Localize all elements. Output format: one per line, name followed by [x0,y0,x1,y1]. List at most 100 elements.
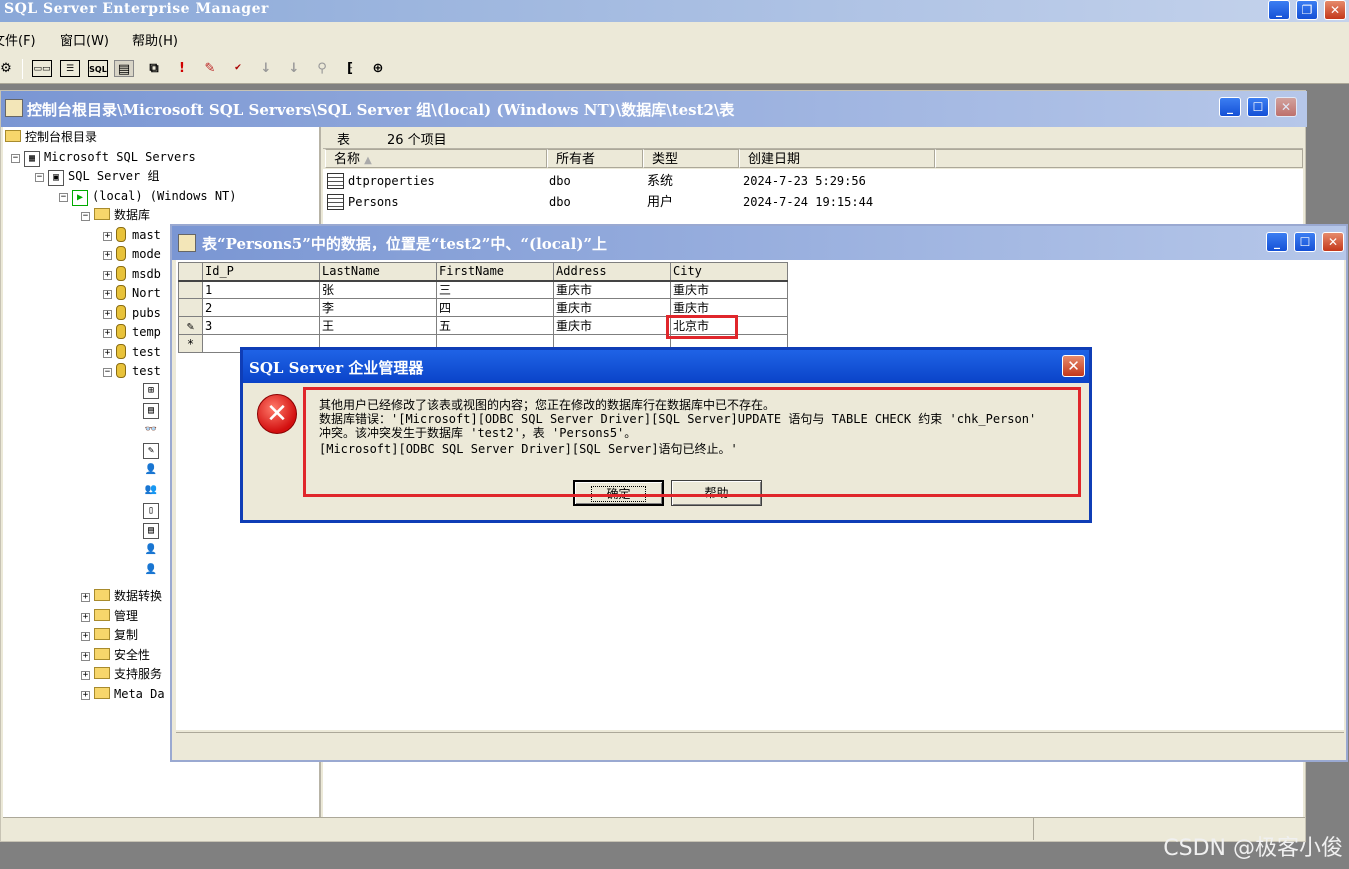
column-header-date[interactable]: 创建日期 [739,149,935,168]
grid-cell-address[interactable]: 重庆市 [553,280,671,299]
collapse-icon[interactable]: − [11,154,20,163]
grid-column-header[interactable]: FirstName [436,262,554,282]
grid-cell-address[interactable]: 重庆市 [553,316,671,335]
column-header-name[interactable]: 名称 ▲ [325,149,547,168]
dialog-close-button[interactable]: ✕ [1062,355,1085,377]
table-row[interactable]: dtproperties [327,171,435,192]
tree-db[interactable]: + Nort [103,284,161,303]
new-row-asterisk-icon[interactable]: * [178,334,203,353]
run-icon[interactable]: ! [172,60,192,77]
tree-db[interactable]: + mode [103,245,161,264]
grid-cell-id[interactable]: 2 [202,298,320,317]
procedures-icon[interactable]: ✎ [143,443,159,459]
tree-db[interactable]: + pubs [103,304,161,323]
check-icon[interactable]: ✔ [228,60,248,77]
views-icon[interactable]: 👓 [143,423,159,439]
expand-icon[interactable]: + [103,251,112,260]
grid-column-header[interactable]: Id_P [202,262,320,282]
tree-db[interactable]: + msdb [103,265,161,284]
restore-button[interactable]: ❐ [1296,0,1318,20]
data-close-button[interactable]: ✕ [1322,232,1344,252]
filter-icon[interactable]: ⚲ [312,60,332,77]
expand-icon[interactable]: + [81,691,90,700]
menu-file[interactable]: 文件(F) [0,30,36,49]
expand-icon[interactable]: + [81,593,90,602]
functions-icon[interactable]: 👤 [143,563,159,579]
tree-folder[interactable]: + 复制 [81,626,138,645]
expand-icon[interactable]: + [103,232,112,241]
grid-column-header[interactable]: City [670,262,788,282]
grid-cell-firstname[interactable]: 三 [436,280,554,299]
grid-cell-firstname[interactable]: 五 [436,316,554,335]
collapse-icon[interactable]: − [59,193,68,202]
console-minimize-button[interactable]: _ [1219,97,1241,117]
tree-folder[interactable]: + 数据转换 [81,587,162,606]
row-selector[interactable] [178,280,203,299]
grid-cell-city[interactable]: 重庆市 [670,298,788,317]
defaults-icon[interactable]: ▤ [143,523,159,539]
list-icon[interactable]: ☰ [60,60,80,77]
sql-icon[interactable]: SQL [88,60,108,77]
add-icon[interactable]: ⊕ [368,60,388,77]
sort-desc-icon[interactable]: ↓ [284,60,304,77]
expand-icon[interactable]: + [103,310,112,319]
console-close-button[interactable]: ✕ [1275,97,1297,117]
expand-icon[interactable]: + [103,290,112,299]
expand-icon[interactable]: + [81,671,90,680]
users-icon[interactable]: 👤 [143,463,159,479]
grid-cell-id[interactable]: 1 [202,280,320,299]
udt-icon[interactable]: 👤 [143,543,159,559]
new-window-icon[interactable]: ⧉ [144,60,164,77]
expand-icon[interactable]: + [103,271,112,280]
grid-column-header[interactable]: LastName [319,262,437,282]
grid-row[interactable]: 1 张 三 重庆市 重庆市 [178,280,788,299]
grid-cell-id[interactable]: 3 [202,316,320,335]
row-selector-pencil-icon[interactable]: ✎ [178,316,203,335]
collapse-icon[interactable]: − [103,368,112,377]
console-tree-icon[interactable]: ▭▭ [32,60,52,77]
grid-column-header[interactable]: Address [553,262,671,282]
tree-db[interactable]: + temp [103,323,161,342]
expand-icon[interactable]: + [103,329,112,338]
grid-cell-firstname[interactable]: 四 [436,298,554,317]
collapse-icon[interactable]: − [81,212,90,221]
collapse-icon[interactable]: − [35,173,44,182]
tables-icon[interactable]: ▤ [143,403,159,419]
grid-cell-lastname[interactable]: 张 [319,280,437,299]
grid-cell-city[interactable]: 重庆市 [670,280,788,299]
sort-asc-icon[interactable]: ↓ [256,60,276,77]
grid-cell-address[interactable]: 重庆市 [553,298,671,317]
tree-local-server[interactable]: − ▶ (local) (Windows NT) [59,187,237,206]
tree-folder[interactable]: + 安全性 [81,646,150,665]
row-selector[interactable] [178,298,203,317]
data-maximize-button[interactable]: ☐ [1294,232,1316,252]
expand-icon[interactable]: + [103,349,112,358]
tree-folder[interactable]: + Meta Da [81,685,165,704]
diagram-icon[interactable]: ⊞ [143,383,159,399]
expand-icon[interactable]: + [81,613,90,622]
tree-folder[interactable]: + 管理 [81,607,138,626]
expand-icon[interactable]: + [81,652,90,661]
tree-db-expanded[interactable]: − test [103,362,161,381]
wizard-icon[interactable]: ✎ [200,60,220,77]
tree-databases[interactable]: − 数据库 [81,206,150,225]
column-header-owner[interactable]: 所有者 [547,149,643,168]
properties-icon[interactable]: ⚙ [0,60,16,77]
expand-icon[interactable]: + [81,632,90,641]
data-minimize-button[interactable]: _ [1266,232,1288,252]
minimize-button[interactable]: _ [1268,0,1290,20]
close-button[interactable]: ✕ [1324,0,1346,20]
column-header-type[interactable]: 类型 [643,149,739,168]
console-maximize-button[interactable]: ☐ [1247,97,1269,117]
tree-db[interactable]: + test [103,343,161,362]
tree-db[interactable]: + mast [103,226,161,245]
indent-icon[interactable]: ⁅ [340,60,360,77]
tree-group[interactable]: − ▣ SQL Server 组 [35,167,159,186]
rules-icon[interactable]: ▯ [143,503,159,519]
roles-icon[interactable]: 👥 [143,483,159,499]
grid-row[interactable]: 2 李 四 重庆市 重庆市 [178,298,788,317]
tree-root[interactable]: 控制台根目录 [5,128,97,147]
table-row[interactable]: Persons [327,192,399,213]
menu-window[interactable]: 窗口(W) [60,30,109,49]
grid-cell-lastname[interactable]: 王 [319,316,437,335]
